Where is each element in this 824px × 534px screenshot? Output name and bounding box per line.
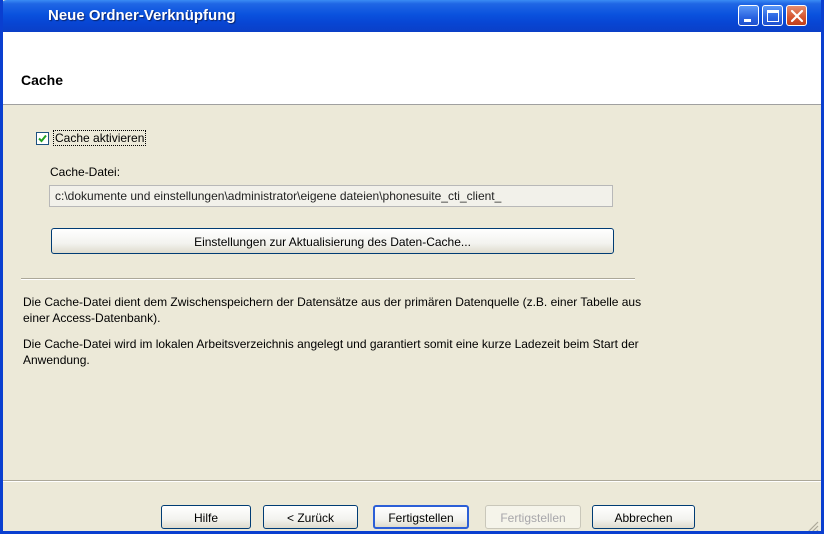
title-bar[interactable]: Neue Ordner-Verknüpfung	[3, 0, 821, 32]
cache-enable-label[interactable]: Cache aktivieren	[52, 130, 147, 146]
close-button[interactable]	[786, 5, 807, 26]
finish-button[interactable]: Fertigstellen	[373, 505, 469, 529]
wizard-header: Cache	[3, 32, 821, 105]
cache-enable-checkbox[interactable]	[36, 131, 49, 145]
wizard-window: Neue Ordner-Verknüpfung Cache Cache akti…	[0, 0, 824, 534]
minimize-icon	[744, 19, 751, 22]
wizard-content: Cache aktivieren Cache-Datei: c:\dokumen…	[3, 105, 821, 480]
wizard-footer: Hilfe < Zurück Fertigstellen Fertigstell…	[3, 480, 821, 533]
cache-file-label: Cache-Datei:	[50, 165, 121, 179]
help-button[interactable]: Hilfe	[161, 505, 251, 529]
description-paragraph-1: Die Cache-Datei dient dem Zwischenspeich…	[23, 295, 642, 325]
page-title: Cache	[21, 72, 64, 88]
close-icon	[790, 9, 804, 23]
minimize-button[interactable]	[738, 5, 759, 26]
cache-file-path-field[interactable]: c:\dokumente und einstellungen\administr…	[49, 185, 613, 207]
window-title: Neue Ordner-Verknüpfung	[48, 7, 236, 24]
description-paragraph-2: Die Cache-Datei wird im lokalen Arbeitsv…	[23, 337, 639, 367]
finish-button-disabled: Fertigstellen	[485, 505, 581, 529]
check-icon	[38, 134, 47, 142]
update-cache-settings-button[interactable]: Einstellungen zur Aktualisierung des Dat…	[51, 228, 614, 254]
maximize-icon	[767, 10, 779, 22]
resize-grip-icon[interactable]	[805, 519, 819, 533]
cancel-button[interactable]: Abbrechen	[592, 505, 695, 529]
cache-enable-checkbox-row[interactable]: Cache aktivieren	[36, 130, 147, 146]
maximize-button[interactable]	[762, 5, 783, 26]
back-button[interactable]: < Zurück	[263, 505, 358, 529]
separator	[21, 278, 635, 280]
